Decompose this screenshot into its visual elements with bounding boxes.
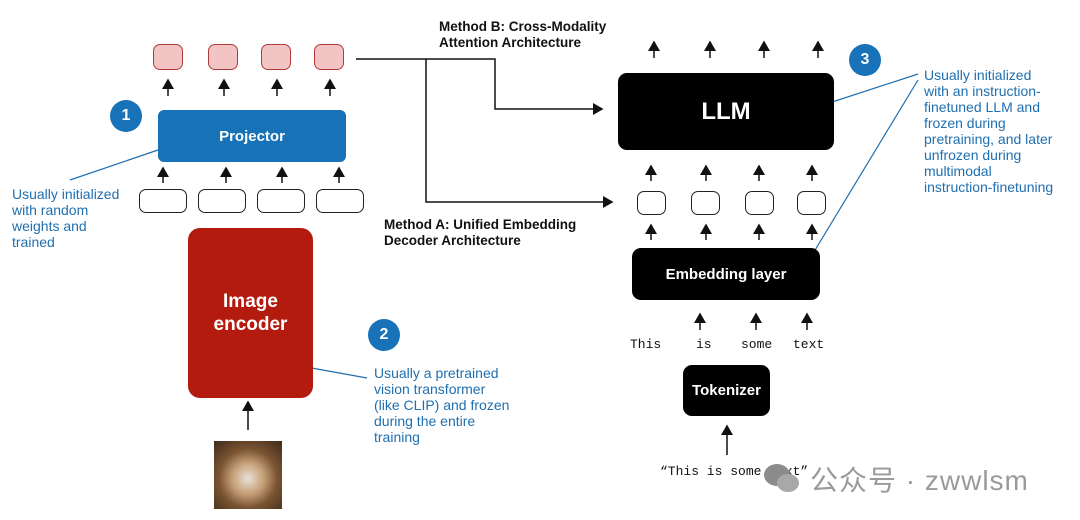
callout-line-encoder <box>305 366 368 379</box>
badge-2: 2 <box>368 319 400 351</box>
projector-box: Projector <box>158 110 346 162</box>
cat-image <box>214 441 282 509</box>
text-embedding-token <box>745 191 774 215</box>
connector-lines <box>69 40 919 455</box>
token-word: text <box>793 337 825 352</box>
image-encoder-box: Image encoder <box>188 228 313 398</box>
image-embedding-token <box>198 189 246 213</box>
token-word: is <box>696 337 712 352</box>
encoder-note: Usually a pretrained vision transformer … <box>374 365 510 445</box>
method-b-connector <box>356 58 604 115</box>
projected-token <box>153 44 183 70</box>
token-word: some <box>741 337 773 352</box>
method-a-label: Method A: Unified Embedding Decoder Arch… <box>384 217 577 248</box>
badge-3: 3 <box>849 44 881 76</box>
callout-line-llm <box>825 73 919 105</box>
watermark: 公众号 · zwwlsm <box>762 459 1029 499</box>
projector-note: Usually initialized with random weights … <box>12 186 120 250</box>
text-embedding-token <box>637 191 666 215</box>
projected-token <box>314 44 344 70</box>
wechat-icon <box>764 464 799 492</box>
watermark-text: 公众号 · zwwlsm <box>810 465 1029 496</box>
text-embedding-token <box>797 191 826 215</box>
callout-line-projector <box>69 149 159 181</box>
image-embedding-token <box>139 189 187 213</box>
projected-token <box>208 44 238 70</box>
projected-token <box>261 44 291 70</box>
embedding-layer-box: Embedding layer <box>632 248 820 300</box>
image-embedding-token <box>316 189 364 213</box>
llm-box: LLM <box>618 73 834 150</box>
llm-note: Usually initialized with an instruction-… <box>924 67 1054 195</box>
token-word: This <box>630 337 662 352</box>
image-embedding-token <box>257 189 305 213</box>
badge-1: 1 <box>110 100 142 132</box>
method-b-label: Method B: Cross-Modality Attention Archi… <box>439 19 607 50</box>
tokenizer-box: Tokenizer <box>683 365 770 416</box>
method-a-connector <box>425 59 614 208</box>
image-encoder-label: Image encoder <box>213 291 288 335</box>
text-embedding-token <box>691 191 720 215</box>
